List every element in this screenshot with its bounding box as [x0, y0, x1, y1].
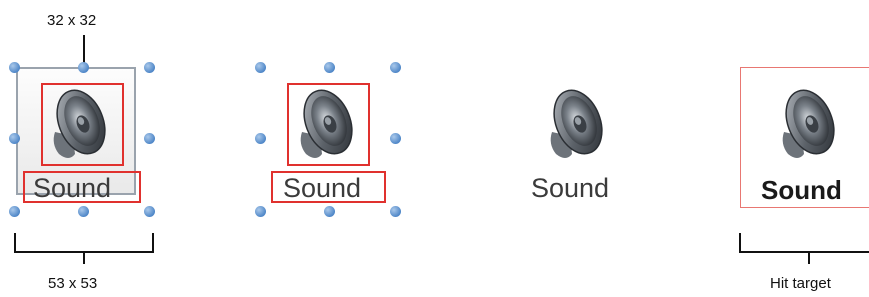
tile-size-bracket-stem: [83, 252, 85, 264]
icon-tile-plain[interactable]: Sound: [516, 67, 636, 203]
icon-tile-hit-target[interactable]: Sound: [748, 67, 868, 205]
icon-tile-selected[interactable]: Sound: [262, 67, 386, 203]
icon-caption: Sound: [531, 173, 610, 203]
icon-caption: Sound: [761, 175, 842, 205]
hit-target-bracket-stem: [808, 252, 810, 264]
selection-handle[interactable]: [324, 62, 335, 73]
hit-target-bracket: [739, 251, 869, 253]
hit-target-bracket-left: [739, 233, 741, 253]
speaker-icon: [776, 84, 836, 162]
icon-area-highlight: [287, 83, 370, 166]
selection-handle[interactable]: [255, 62, 266, 73]
tile-size-bracket-right: [152, 233, 154, 253]
selection-handle[interactable]: [255, 206, 266, 217]
selection-handle[interactable]: [390, 62, 401, 73]
icon-tile-framed[interactable]: Sound: [16, 67, 141, 203]
selection-handle[interactable]: [9, 133, 20, 144]
hit-target-label: Hit target: [770, 275, 831, 292]
selection-handle[interactable]: [78, 62, 89, 73]
selection-handle[interactable]: [144, 133, 155, 144]
selection-handle[interactable]: [324, 206, 335, 217]
icon-size-label: 32 x 32: [47, 12, 97, 29]
tile-size-label: 53 x 53: [48, 275, 98, 292]
selection-handle[interactable]: [78, 206, 89, 217]
caption-area-highlight: [271, 171, 386, 203]
selection-handle[interactable]: [255, 133, 266, 144]
speaker-icon: [544, 84, 604, 162]
selection-handle[interactable]: [9, 206, 20, 217]
caption-area-highlight: [23, 171, 141, 203]
selection-handle[interactable]: [390, 206, 401, 217]
selection-handle[interactable]: [144, 62, 155, 73]
selection-handle[interactable]: [390, 133, 401, 144]
selection-handle[interactable]: [144, 206, 155, 217]
selection-handle[interactable]: [9, 62, 20, 73]
tile-size-bracket-left: [14, 233, 16, 253]
icon-area-highlight: [41, 83, 124, 166]
